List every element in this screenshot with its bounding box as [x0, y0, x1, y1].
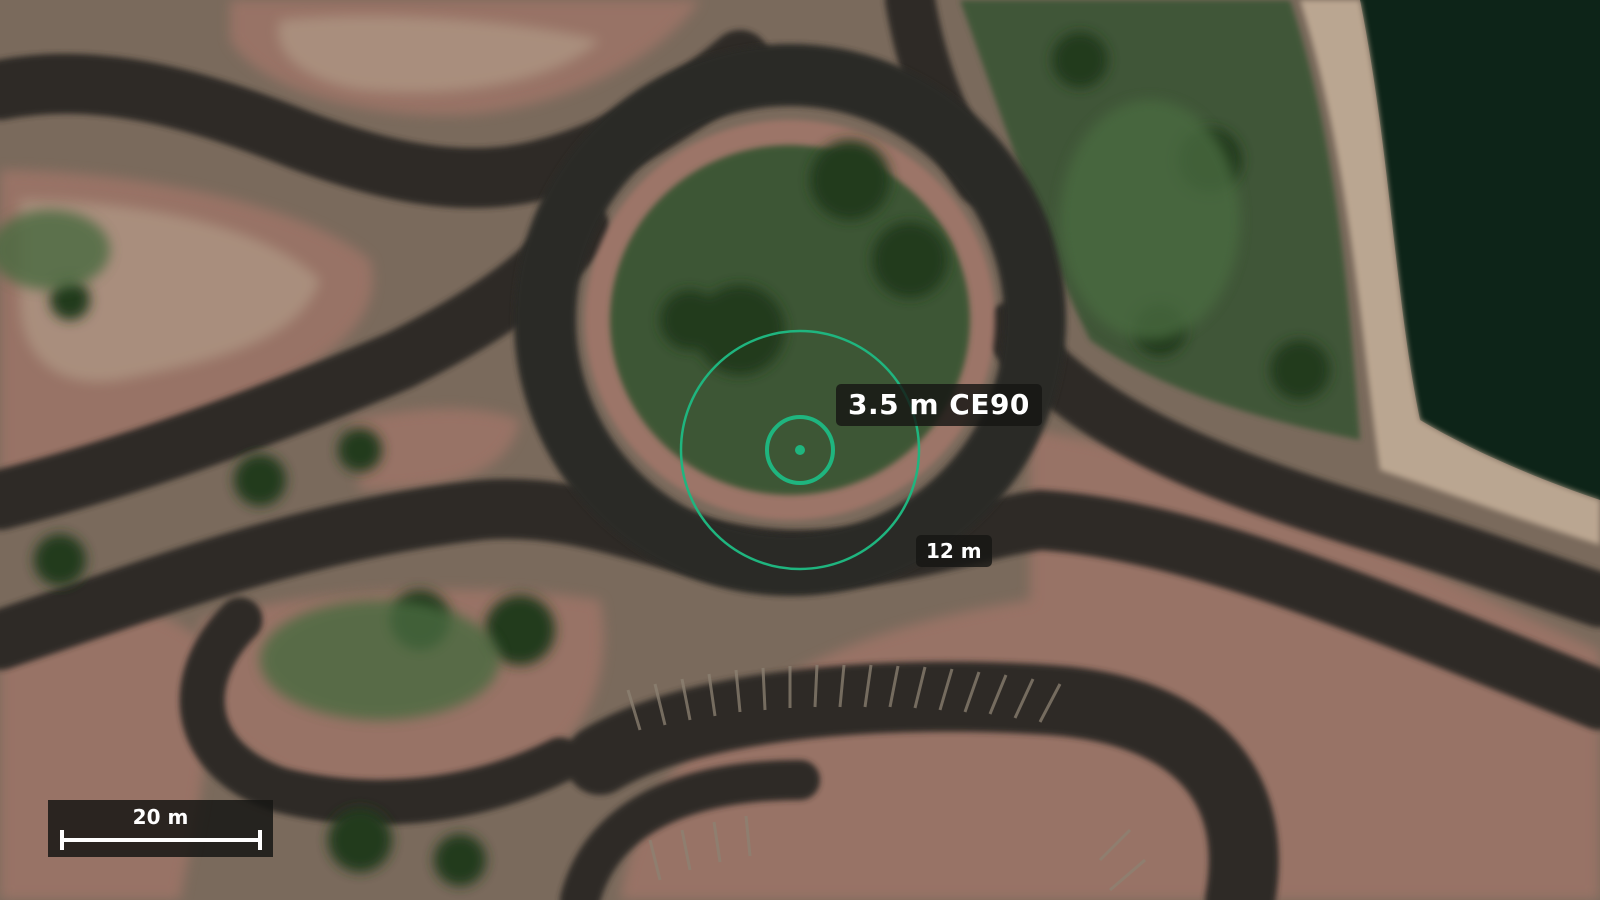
scale-line [60, 838, 262, 842]
scale-tick-left [60, 830, 64, 850]
scale-label: 20 m [132, 805, 189, 829]
radius-label: 12 m [916, 535, 992, 567]
location-point [795, 445, 805, 455]
map-viewport[interactable]: 3.5 m CE90 12 m 20 m [0, 0, 1600, 900]
ce90-accuracy-label: 3.5 m CE90 [836, 384, 1042, 426]
scale-tick-right [258, 830, 262, 850]
satellite-imagery[interactable] [0, 0, 1600, 900]
scale-bar: 20 m [48, 800, 273, 857]
